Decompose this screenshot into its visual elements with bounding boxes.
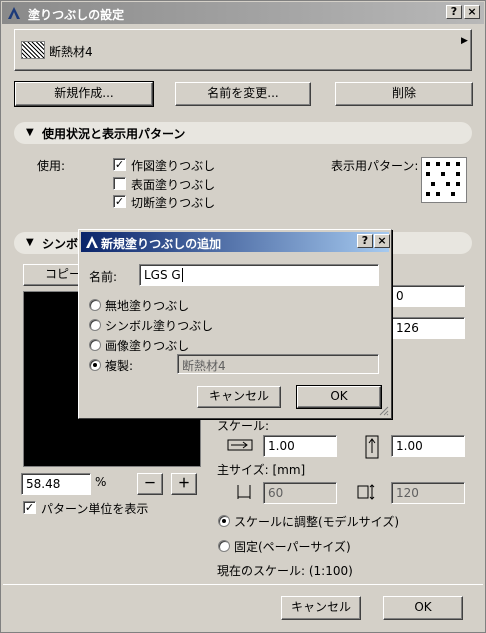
text-cursor (181, 268, 183, 282)
cut-fill-label: 切断塗りつぶし (131, 196, 216, 210)
solid-fill-label: 無地塗りつぶし (105, 299, 190, 313)
main-size-y-field: 120 (391, 482, 465, 504)
new-fill-dialog: 新規塗りつぶしの追加 ? × 名前: LGS G 無地塗りつぶし シンボル塗りつ… (78, 229, 392, 419)
fill-selector[interactable]: 断熱材4 ▶ (14, 29, 472, 71)
duplicate-radio[interactable] (89, 359, 101, 371)
pattern-preview-icon (426, 162, 460, 196)
collapse-triangle-icon: ▼ (26, 237, 34, 248)
current-scale-text: 現在のスケール: (1:100) (217, 564, 353, 578)
symbol-section-title: シンボ (42, 237, 79, 251)
scale-label: スケール: (217, 419, 270, 433)
zoom-input[interactable]: 58.48 (21, 473, 91, 495)
zoom-unit: % (95, 475, 107, 489)
chevron-right-icon: ▶ (461, 36, 468, 46)
name-input[interactable]: LGS G (139, 264, 379, 286)
draft-fill-checkbox[interactable]: ✓ (113, 158, 126, 171)
dialog-cancel-button[interactable]: キャンセル (197, 386, 281, 408)
image-fill-label: 画像塗りつぶし (105, 339, 190, 353)
new-fill-button[interactable]: 新規作成... (14, 81, 154, 107)
scale-model-radio[interactable] (218, 515, 230, 527)
window-titlebar[interactable]: 塗りつぶしの設定 ? × (2, 2, 484, 24)
fill-pattern-swatch-icon (21, 41, 45, 59)
main-size-label: 主サイズ: [mm] (217, 463, 306, 477)
collapse-triangle-icon: ▼ (26, 127, 34, 138)
size-height-icon (357, 484, 375, 500)
usage-section-title: 使用状況と表示用パターン (42, 127, 186, 141)
zoom-in-button[interactable]: ＋ (171, 473, 197, 495)
window-title: 塗りつぶしの設定 (28, 8, 125, 22)
dialog-close-button[interactable]: × (374, 234, 390, 248)
zoom-out-icon: － (143, 476, 156, 490)
delete-button[interactable]: 削除 (335, 82, 473, 106)
name-input-value: LGS G (144, 268, 181, 282)
image-fill-radio[interactable] (89, 339, 101, 351)
archicad-app-icon (86, 236, 98, 248)
help-button[interactable]: ? (446, 5, 462, 19)
scale-x-input[interactable]: 1.00 (263, 435, 337, 457)
fill-name: 断熱材4 (49, 45, 93, 59)
size-width-icon (237, 485, 251, 499)
main-size-x-field: 60 (263, 482, 337, 504)
scale-model-label: スケールに調整(モデルサイズ) (234, 515, 400, 529)
usage-section-header[interactable]: ▼ 使用状況と表示用パターン (14, 122, 472, 144)
symbol-field-1[interactable]: 0 (391, 285, 465, 307)
dialog-titlebar[interactable]: 新規塗りつぶしの追加 ? × (81, 232, 390, 252)
scale-y-input[interactable]: 1.00 (391, 435, 465, 457)
symbol-fill-radio[interactable] (89, 319, 101, 331)
zoom-in-icon: ＋ (177, 476, 190, 490)
display-pattern-preview[interactable] (421, 157, 467, 203)
usage-label: 使用: (37, 159, 66, 173)
vertical-scale-icon (365, 435, 379, 459)
resize-grip-icon[interactable] (377, 404, 389, 416)
solid-fill-radio[interactable] (89, 299, 101, 311)
cut-fill-checkbox[interactable]: ✓ (113, 195, 126, 208)
dialog-title: 新規塗りつぶしの追加 (101, 237, 222, 251)
bottom-divider (3, 584, 483, 585)
cover-fill-label: 表面塗りつぶし (131, 178, 216, 192)
scale-paper-radio[interactable] (218, 540, 230, 552)
scale-paper-label: 固定(ペーパーサイズ) (234, 540, 351, 554)
dialog-help-button[interactable]: ? (357, 234, 373, 248)
symbol-fill-label: シンボル塗りつぶし (105, 319, 214, 333)
main-ok-button[interactable]: OK (383, 596, 463, 620)
archicad-app-icon (8, 7, 20, 19)
horizontal-scale-icon (227, 439, 253, 451)
dialog-ok-button[interactable]: OK (296, 385, 382, 409)
name-label: 名前: (89, 270, 118, 284)
display-pattern-label: 表示用パターン: (331, 159, 419, 173)
close-button[interactable]: × (464, 5, 480, 19)
rename-button[interactable]: 名前を変更... (175, 82, 311, 106)
cover-fill-checkbox[interactable] (113, 177, 126, 190)
duplicate-source-field: 断熱材4 (177, 354, 379, 374)
show-pattern-units-label: パターン単位を表示 (41, 502, 149, 516)
main-cancel-button[interactable]: キャンセル (281, 596, 361, 620)
duplicate-label: 複製: (105, 359, 134, 373)
show-pattern-units-checkbox[interactable]: ✓ (23, 501, 36, 514)
zoom-out-button[interactable]: － (137, 473, 163, 495)
draft-fill-label: 作図塗りつぶし (131, 159, 216, 173)
symbol-field-2[interactable]: 126 (391, 317, 465, 339)
